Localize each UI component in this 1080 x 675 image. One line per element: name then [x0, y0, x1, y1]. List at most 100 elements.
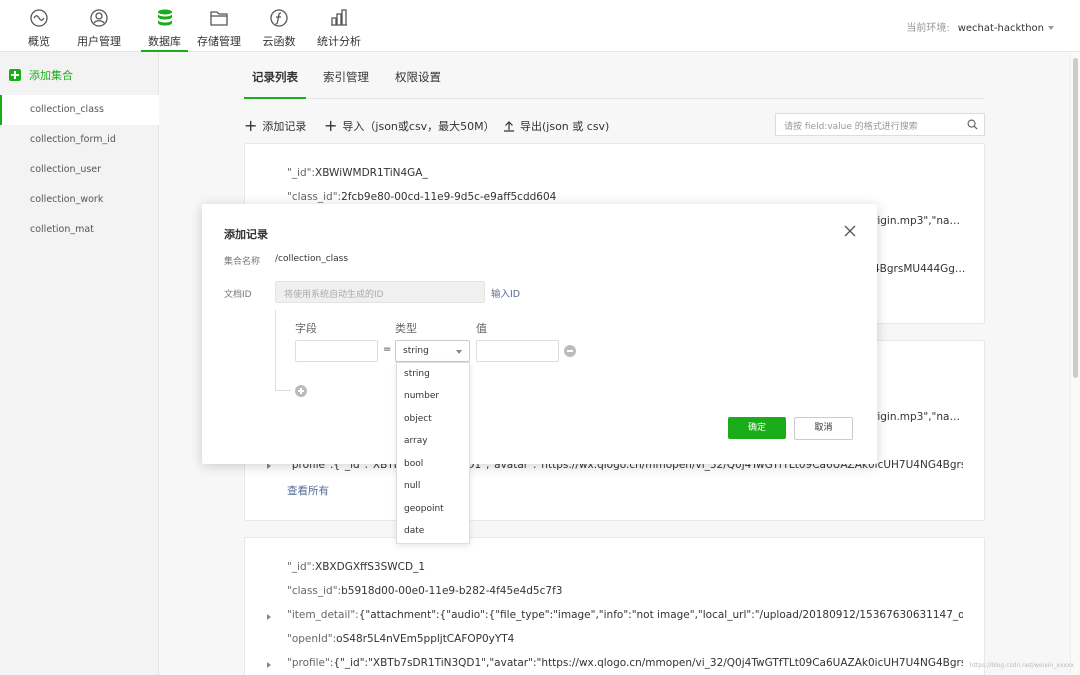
nav-database[interactable]: 数据库: [141, 0, 188, 52]
plus-icon: +: [324, 116, 338, 135]
import-button[interactable]: + 导入（json或csv，最大50M）: [324, 118, 495, 134]
nav-label: 存储管理: [197, 35, 241, 48]
type-select[interactable]: string: [395, 340, 470, 362]
type-option[interactable]: date: [404, 526, 424, 536]
tab-permissions[interactable]: 权限设置: [395, 69, 441, 85]
search-placeholder: 请按 field:value 的格式进行搜索: [784, 122, 918, 132]
env-value: wechat-hackthon: [957, 23, 1044, 34]
tree-line: [275, 390, 291, 391]
chevron-down-icon: [1048, 26, 1054, 30]
scrollbar-thumb[interactable]: [1073, 58, 1078, 378]
add-field-icon[interactable]: [295, 385, 307, 397]
record-field-item-detail: rigin.mp3","na…: [873, 215, 960, 227]
nav-users[interactable]: 用户管理: [76, 0, 122, 52]
collection-item[interactable]: collection_form_id: [0, 125, 159, 155]
record-field-class-id: "class_id":b5918d00-00e0-11e9-b282-4f45e…: [287, 585, 563, 597]
tab-label: 记录列表: [252, 70, 298, 84]
type-option[interactable]: null: [404, 481, 420, 491]
collection-item[interactable]: colletion_mat: [0, 215, 159, 245]
scrollbar[interactable]: [1070, 52, 1080, 675]
doc-id-field: 将使用系统自动生成的ID: [275, 281, 485, 303]
expand-arrow-icon[interactable]: [267, 614, 271, 620]
record-field-id: "_id":XBWiWMDR1TiN4GA_: [287, 167, 428, 179]
record-field-item-detail: rigin.mp3","na…: [873, 411, 960, 423]
collection-sidebar: 添加集合 collection_class collection_form_id…: [0, 52, 159, 675]
add-collection-button[interactable]: 添加集合: [9, 67, 73, 83]
confirm-button[interactable]: 确定: [728, 417, 786, 439]
chevron-down-icon: [456, 350, 462, 354]
collection-item[interactable]: collection_work: [0, 185, 159, 215]
type-option[interactable]: string: [404, 369, 430, 379]
search-icon: [967, 119, 978, 130]
tab-underline: [244, 97, 306, 99]
nav-label: 统计分析: [317, 35, 361, 48]
plus-icon: [9, 69, 21, 81]
nav-label: 云函数: [262, 35, 296, 48]
doc-id-placeholder: 将使用系统自动生成的ID: [284, 290, 384, 300]
value-column-header: 值: [476, 322, 487, 335]
nav-label: 用户管理: [77, 35, 121, 48]
record-field-profile: 4BgrsMU444Gg…: [873, 263, 966, 275]
type-option[interactable]: number: [404, 391, 439, 401]
type-select-value: string: [403, 346, 429, 356]
tab-indexes[interactable]: 索引管理: [323, 69, 369, 85]
top-navigation: 概览 用户管理 数据库 存储管理 云函数 统计分析 当前环境: wechat-ha…: [0, 0, 1080, 52]
field-name-input[interactable]: [295, 340, 378, 362]
type-option[interactable]: geopoint: [404, 504, 444, 514]
record-field-class-id: "class_id":2fcb9e80-00cd-11e9-9d5c-e9aff…: [287, 191, 557, 203]
user-icon: [90, 9, 108, 27]
export-label: 导出(json 或 csv): [520, 120, 610, 133]
database-icon: [157, 9, 172, 26]
type-option[interactable]: array: [404, 436, 428, 446]
type-dropdown-menu: string number object array bool null geo…: [396, 362, 470, 544]
collection-item[interactable]: collection_user: [0, 155, 159, 185]
record-card: "_id":XBXDGXffS3SWCD_1 "class_id":b5918d…: [244, 537, 985, 675]
record-field-openid: "openId":oS48r5L4nVEm5ppljtCAFOP0yYT4: [287, 633, 515, 645]
add-record-label: 添加记录: [262, 120, 307, 133]
tab-label: 权限设置: [395, 70, 441, 84]
input-id-link[interactable]: 输入ID: [491, 286, 520, 300]
close-icon[interactable]: [843, 224, 857, 238]
dialog-title: 添加记录: [224, 228, 268, 241]
tab-records[interactable]: 记录列表: [244, 69, 306, 99]
nav-analytics[interactable]: 统计分析: [316, 0, 362, 52]
watermark: https://blog.csdn.net/weixin_xxxxx: [969, 662, 1074, 669]
equals-sign: =: [383, 344, 392, 355]
type-option[interactable]: bool: [404, 459, 423, 469]
folder-icon: [210, 11, 228, 26]
type-option[interactable]: object: [404, 414, 432, 424]
export-button[interactable]: 导出(json 或 csv): [503, 118, 609, 134]
collection-name-label: 集合名称: [224, 257, 261, 267]
view-all-link[interactable]: 查看所有: [287, 483, 329, 498]
add-collection-label: 添加集合: [29, 69, 73, 82]
record-field-profile: "profile":{"_id":"XBTb7sDR1TiN3QD1","ava…: [287, 657, 963, 669]
upload-icon: [504, 121, 514, 132]
add-record-dialog: 添加记录 集合名称 /collection_class 文档ID 将使用系统自动…: [202, 204, 877, 464]
record-field-item-detail: "item_detail":{"attachment":{"audio":{"f…: [287, 609, 963, 621]
import-label: 导入（json或csv，最大50M）: [342, 120, 495, 133]
remove-field-icon[interactable]: [564, 345, 576, 357]
nav-label: 概览: [28, 35, 50, 48]
doc-id-label: 文档ID: [224, 290, 252, 300]
collection-name-value: /collection_class: [275, 254, 349, 264]
type-column-header: 类型: [395, 322, 417, 335]
nav-functions[interactable]: 云函数: [261, 0, 297, 52]
env-label: 当前环境:: [906, 23, 950, 34]
nav-label: 数据库: [148, 35, 181, 48]
nav-storage[interactable]: 存储管理: [196, 0, 242, 52]
overview-icon: [30, 9, 48, 27]
nav-overview[interactable]: 概览: [22, 0, 56, 52]
chart-icon: [331, 9, 347, 26]
cancel-button[interactable]: 取消: [794, 417, 853, 440]
tab-bar: 记录列表 索引管理 权限设置: [244, 52, 984, 99]
search-input[interactable]: 请按 field:value 的格式进行搜索: [775, 113, 985, 136]
add-record-button[interactable]: + 添加记录: [244, 118, 306, 134]
tree-line: [275, 310, 276, 390]
expand-arrow-icon[interactable]: [267, 662, 271, 668]
field-column-header: 字段: [295, 322, 317, 335]
environment-selector[interactable]: 当前环境: wechat-hackthon: [906, 19, 1054, 34]
collection-item[interactable]: collection_class: [0, 95, 159, 125]
field-value-input[interactable]: [476, 340, 559, 362]
plus-icon: +: [244, 116, 258, 135]
tab-label: 索引管理: [323, 70, 369, 84]
